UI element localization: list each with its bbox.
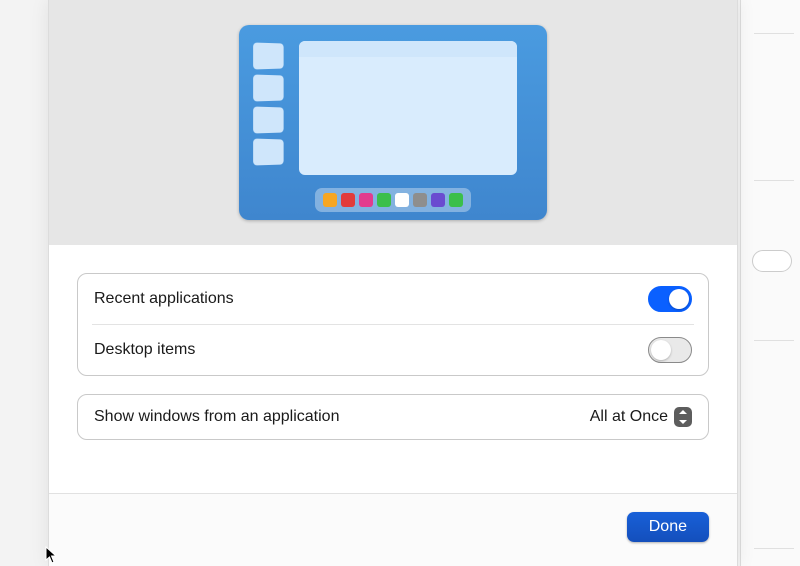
sheet-footer: Done bbox=[49, 493, 737, 566]
done-button[interactable]: Done bbox=[627, 512, 709, 542]
toggle-knob bbox=[651, 340, 671, 360]
dock-swatch bbox=[377, 193, 391, 207]
recent-applications-label: Recent applications bbox=[94, 290, 234, 308]
preview-side-thumb bbox=[253, 106, 283, 133]
preview-dock bbox=[315, 188, 471, 212]
toggle-knob bbox=[669, 289, 689, 309]
show-windows-label: Show windows from an application bbox=[94, 408, 339, 426]
dock-swatch bbox=[359, 193, 373, 207]
background-page-fragment bbox=[740, 0, 800, 566]
popup-group: Show windows from an application All at … bbox=[77, 394, 709, 440]
show-windows-row: Show windows from an application All at … bbox=[78, 395, 708, 439]
up-down-chevron-icon bbox=[674, 407, 692, 427]
dock-swatch bbox=[395, 193, 409, 207]
preview-main-window bbox=[299, 41, 517, 175]
desktop-items-toggle[interactable] bbox=[648, 337, 692, 363]
dock-swatch bbox=[413, 193, 427, 207]
dock-swatch bbox=[323, 193, 337, 207]
dock-swatch bbox=[341, 193, 355, 207]
preview-side-thumb bbox=[253, 42, 283, 69]
preview-side-thumb bbox=[253, 138, 283, 165]
show-windows-value: All at Once bbox=[590, 408, 668, 426]
preview-area bbox=[49, 0, 737, 245]
desktop-items-row: Desktop items bbox=[78, 325, 708, 375]
settings-sheet: Recent applications Desktop items Show w… bbox=[48, 0, 738, 566]
dock-swatch bbox=[431, 193, 445, 207]
cursor-icon bbox=[45, 546, 59, 564]
toggle-group: Recent applications Desktop items bbox=[77, 273, 709, 376]
show-windows-select[interactable]: All at Once bbox=[590, 407, 692, 427]
dock-swatch bbox=[449, 193, 463, 207]
recent-applications-row: Recent applications bbox=[78, 274, 708, 324]
desktop-items-label: Desktop items bbox=[94, 341, 195, 359]
settings-area: Recent applications Desktop items Show w… bbox=[49, 245, 737, 468]
preview-side-thumb bbox=[253, 74, 283, 101]
recent-applications-toggle[interactable] bbox=[648, 286, 692, 312]
stage-manager-preview bbox=[239, 25, 547, 220]
